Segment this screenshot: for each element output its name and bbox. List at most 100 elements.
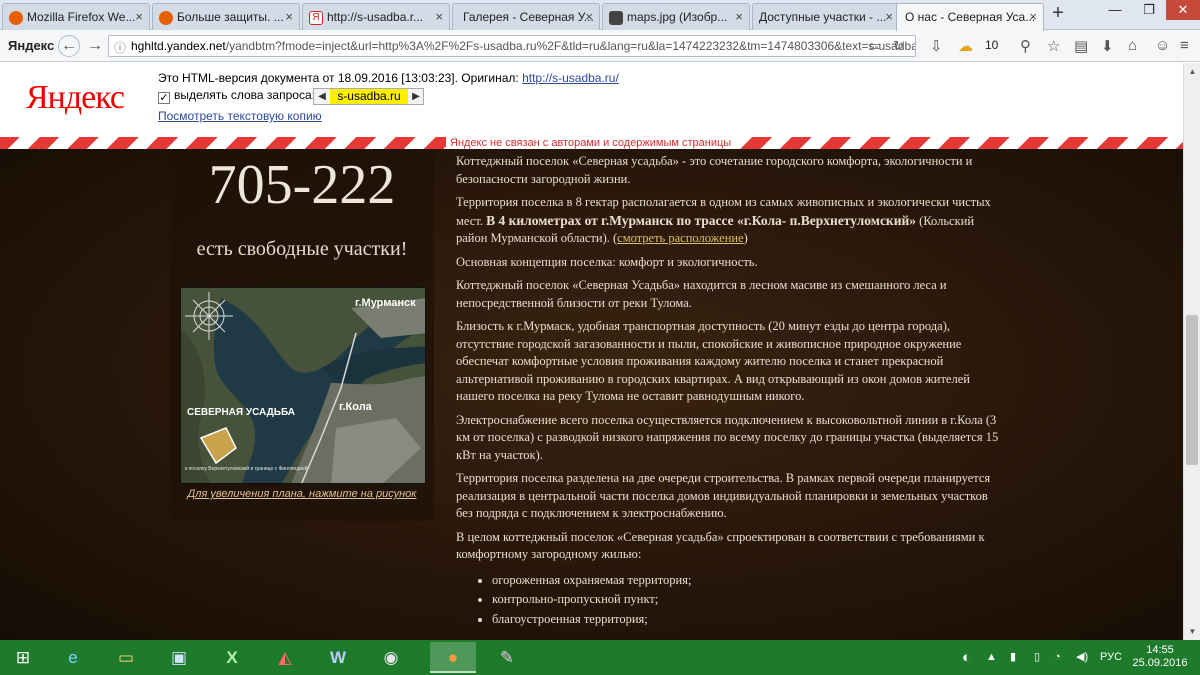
- paragraph-forest: Коттеджный поселок «Северная Усадьба» на…: [456, 278, 947, 310]
- search-icon[interactable]: ⚲: [1020, 37, 1031, 55]
- highlight-line: ✓ выделять слова запроса: ◀ s-usadba.ru ▶: [158, 88, 424, 106]
- start-button[interactable]: ⊞: [0, 642, 46, 673]
- yandex-logo[interactable]: Яндекс: [26, 79, 125, 117]
- navigation-bar: Яндекс ← → ⓘ hghltd.yandex.net/yandbtm?f…: [0, 30, 1200, 62]
- minimize-button[interactable]: —: [1098, 0, 1132, 20]
- tab-maps-jpg[interactable]: maps.jpg (Изобр... ×: [602, 3, 750, 30]
- scroll-up-arrow[interactable]: ▲: [1184, 63, 1200, 80]
- map-caption-link[interactable]: Для увеличения плана, нажмите на рисунок: [170, 488, 434, 500]
- close-icon[interactable]: ×: [285, 9, 293, 24]
- query-word-navigator: ◀ s-usadba.ru ▶: [313, 88, 424, 105]
- page-content: 705-222 есть свободные участки! г.Мурман…: [0, 149, 1183, 640]
- list-item: огороженная охраняемая территория;: [492, 572, 1006, 590]
- back-button[interactable]: ←: [58, 35, 80, 57]
- close-icon[interactable]: ×: [1029, 9, 1037, 24]
- map-label-kola: г.Кола: [339, 401, 373, 413]
- scroll-down-arrow[interactable]: ▼: [1184, 623, 1200, 640]
- query-word[interactable]: s-usadba.ru: [330, 89, 408, 104]
- taskbar: ⊞ e ▭ ▣ X ◭ W ◉ ● ✎ ◐ ▲ ▮ ▯ ◔ ◀) РУС 14:…: [0, 640, 1200, 675]
- internet-explorer-icon[interactable]: e: [50, 642, 96, 673]
- reader-icon[interactable]: ▭: [869, 38, 881, 54]
- paragraph-electricity: Электроснабжение всего поселка осуществл…: [456, 412, 999, 462]
- paragraph-intro: Коттеджный поселок «Северная усадьба» - …: [456, 154, 973, 186]
- firefox-icon: [159, 11, 173, 25]
- maximize-button[interactable]: ❐: [1132, 0, 1166, 20]
- network-icon[interactable]: ▮: [1010, 640, 1016, 675]
- map-small-text: к поселку Верхнетуломский и границе с Фи…: [185, 465, 308, 472]
- image-icon: [609, 11, 623, 25]
- phone-number: 705-222: [208, 154, 396, 216]
- file-explorer-icon[interactable]: ▭: [103, 642, 149, 673]
- free-plots-notice: есть свободные участки!: [196, 238, 408, 260]
- update-icon[interactable]: ◐: [962, 640, 971, 675]
- yandex-icon: Я: [309, 11, 323, 25]
- app-icon-blue[interactable]: ▣: [156, 642, 202, 673]
- disclaimer: Яндекс не связан с авторами и содержимым…: [446, 136, 736, 150]
- firefox-icon: [9, 11, 23, 25]
- sidebar: 705-222 есть свободные участки! г.Мурман…: [170, 149, 434, 521]
- chat-icon[interactable]: ☺: [1155, 37, 1170, 54]
- view-location-link[interactable]: смотреть расположение: [617, 231, 744, 245]
- acrobat-icon[interactable]: ◭: [262, 642, 308, 673]
- paint-icon[interactable]: ✎: [484, 642, 530, 673]
- close-window-button[interactable]: ✕: [1166, 0, 1200, 20]
- features-list: огороженная охраняемая территория; контр…: [492, 572, 1006, 629]
- tab-s-usadba[interactable]: Яhttp://s-usadba.r... ×: [302, 3, 450, 30]
- weather-temp: 10: [985, 38, 999, 52]
- paragraph-stages: Территория поселка разделена на две очер…: [456, 471, 991, 520]
- location-map[interactable]: г.Мурманск г.Кола СЕВЕРНАЯ УСАДЬБА к пос…: [180, 287, 426, 484]
- bookmarks-icon[interactable]: ▤: [1074, 37, 1088, 55]
- address-bar[interactable]: ⓘ hghltd.yandex.net/yandbtm?fmode=inject…: [108, 35, 916, 57]
- weather-icon[interactable]: ☁: [958, 37, 973, 55]
- paragraph-location: Территория поселка в 8 гектар располагае…: [456, 195, 991, 245]
- original-link[interactable]: http://s-usadba.ru/: [522, 71, 619, 85]
- main-text: Коттеджный поселок «Северная усадьба» - …: [456, 153, 1006, 630]
- show-hidden-icons[interactable]: ▲: [986, 640, 997, 675]
- clock[interactable]: 14:55 25.09.2016: [1130, 644, 1190, 670]
- clock-date: 25.09.2016: [1132, 657, 1188, 669]
- map-label-estate: СЕВЕРНАЯ УСАДЬБА: [187, 407, 295, 418]
- word-icon[interactable]: W: [315, 642, 361, 673]
- highlight-checkbox[interactable]: ✓: [158, 92, 170, 104]
- paragraph-concept: Основная концепция поселка: комфорт и эк…: [456, 254, 758, 269]
- paragraph-requirements: В целом коттеджный поселок «Северная уса…: [456, 529, 985, 562]
- tab-firefox-welcome[interactable]: Mozilla Firefox We... ×: [2, 3, 150, 30]
- tab-gallery[interactable]: Галерея - Северная У... ×: [452, 3, 600, 30]
- close-icon[interactable]: ×: [885, 9, 893, 24]
- media-player-icon[interactable]: ◉: [368, 642, 414, 673]
- download-icon[interactable]: ⇩: [930, 37, 943, 55]
- paragraph-proximity: Близость к г.Мурмаск, удобная транспортн…: [456, 319, 970, 403]
- satellite-map-image: г.Мурманск г.Кола СЕВЕРНАЯ УСАДЬБА к пос…: [181, 288, 425, 483]
- text-copy-link[interactable]: Посмотреть текстовую копию: [158, 109, 322, 123]
- prev-word-arrow[interactable]: ◀: [315, 90, 329, 104]
- vertical-scrollbar[interactable]: ▲ ▼: [1183, 63, 1200, 640]
- yandex-brand: Яндекс: [8, 38, 55, 53]
- language-indicator[interactable]: РУС: [1100, 640, 1122, 675]
- menu-icon[interactable]: ≡: [1180, 37, 1189, 54]
- reload-icon[interactable]: ↻: [893, 38, 904, 54]
- clock-time: 14:55: [1146, 644, 1174, 656]
- firefox-taskbar-icon[interactable]: ●: [430, 642, 476, 673]
- next-word-arrow[interactable]: ▶: [409, 90, 423, 104]
- list-item: благоустроенная территория;: [492, 611, 1006, 629]
- scroll-thumb[interactable]: [1186, 315, 1198, 465]
- close-icon[interactable]: ×: [435, 9, 443, 24]
- close-icon[interactable]: ×: [135, 9, 143, 24]
- tab-about-us[interactable]: О нас - Северная Уса... ×: [896, 3, 1044, 31]
- tab-available-plots[interactable]: Доступные участки - ... ×: [752, 3, 900, 30]
- close-icon[interactable]: ×: [585, 9, 593, 24]
- battery-icon[interactable]: ▯: [1034, 640, 1040, 675]
- wifi-icon[interactable]: ◔: [1054, 640, 1061, 675]
- list-item: контрольно-пропускной пункт;: [492, 591, 1006, 609]
- tab-more-protection[interactable]: Больше защиты. ... ×: [152, 3, 300, 30]
- star-icon[interactable]: ☆: [1047, 37, 1060, 55]
- volume-icon[interactable]: ◀): [1076, 640, 1088, 675]
- excel-icon[interactable]: X: [209, 642, 255, 673]
- new-tab-button[interactable]: +: [1048, 3, 1068, 24]
- forward-button[interactable]: →: [84, 36, 106, 56]
- tab-strip: Mozilla Firefox We... × Больше защиты. ..…: [0, 0, 1200, 31]
- info-icon[interactable]: ⓘ: [114, 39, 126, 56]
- close-icon[interactable]: ×: [735, 9, 743, 24]
- downloads-icon[interactable]: ⬇: [1101, 37, 1114, 55]
- home-icon[interactable]: ⌂: [1128, 37, 1137, 54]
